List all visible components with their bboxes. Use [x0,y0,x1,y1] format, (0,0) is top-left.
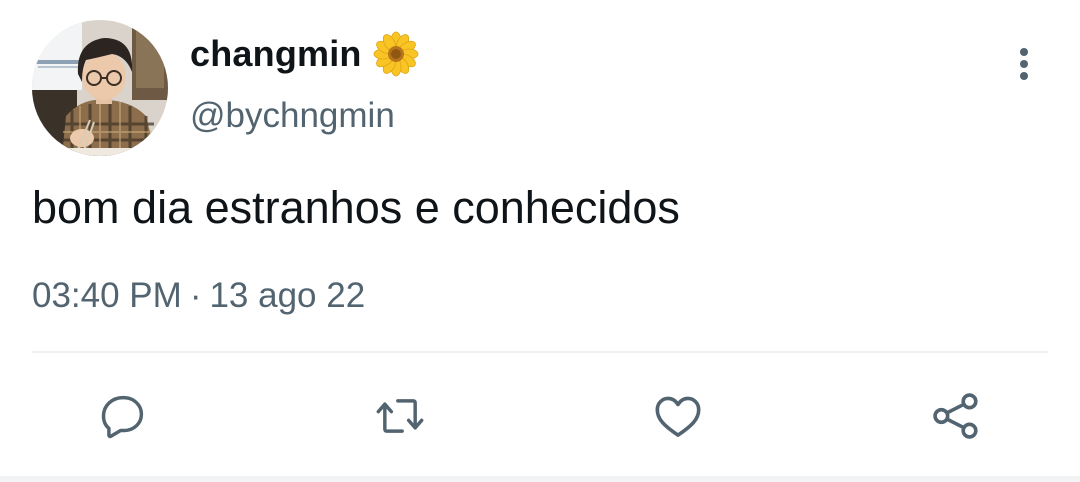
share-icon [933,393,978,439]
tweet-time: 03:40 PM [32,276,182,315]
display-name[interactable]: changmin [190,33,362,75]
vertical-dots-icon [1020,48,1028,80]
meta-separator: · [189,276,202,315]
avatar[interactable] [32,20,168,156]
display-name-row: changmin [190,30,420,78]
retweet-button[interactable] [372,388,428,444]
like-icon [655,396,701,437]
bottom-divider [0,476,1080,482]
reply-icon [101,395,144,439]
user-handle[interactable]: @bychngmin [190,96,395,136]
tweet-timestamp[interactable]: 03:40 PM · 13 ago 22 [32,276,365,316]
more-options-button[interactable] [1000,40,1048,88]
share-button[interactable] [928,388,984,444]
sunflower-icon [372,30,420,78]
avatar-photo [32,20,168,156]
like-button[interactable] [650,388,706,444]
retweet-icon [376,399,424,433]
tweet-date: 13 ago 22 [209,276,366,315]
reply-button[interactable] [95,388,151,444]
tweet-card: changmin @bychngmin bom dia estranhos e … [0,0,1080,482]
tweet-text: bom dia estranhos e conhecidos [32,182,680,233]
divider [32,351,1048,353]
